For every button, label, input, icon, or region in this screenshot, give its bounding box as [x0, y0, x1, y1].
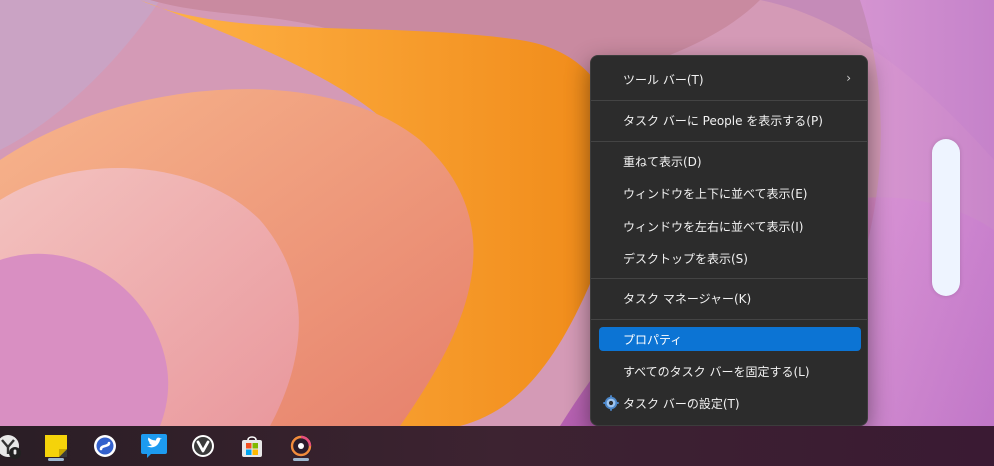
- taskbar-button-vivaldi[interactable]: [187, 430, 219, 462]
- running-indicator: [48, 458, 64, 461]
- taskbar-button-simplenote[interactable]: [89, 430, 121, 462]
- menu-separator: [591, 278, 867, 279]
- menu-item-label: タスク マネージャー(K): [623, 291, 752, 306]
- menu-item-label: ウィンドウを左右に並べて表示(I): [623, 219, 804, 234]
- taskbar-button-media-player[interactable]: [285, 430, 317, 462]
- menu-separator: [591, 319, 867, 320]
- taskbar-button-assistant[interactable]: [0, 430, 24, 462]
- taskbar-context-menu: ツール バー(T) › タスク バーに People を表示する(P) 重ねて表…: [590, 55, 868, 426]
- running-indicator: [293, 458, 309, 461]
- menu-item-lock-taskbars[interactable]: すべてのタスク バーを固定する(L): [599, 359, 861, 383]
- menu-item-label: プロパティ: [623, 332, 683, 347]
- menu-item-show-desktop[interactable]: デスクトップを表示(S): [599, 246, 861, 270]
- menu-item-label: タスク バーに People を表示する(P): [623, 113, 823, 128]
- media-player-icon: [290, 435, 312, 457]
- gear-icon: [603, 395, 619, 411]
- microsoft-store-icon: [242, 436, 262, 457]
- assistant-icon: [0, 435, 21, 459]
- taskbar-button-microsoft-store[interactable]: [236, 430, 268, 462]
- menu-item-stack-vertically[interactable]: ウィンドウを上下に並べて表示(E): [599, 181, 861, 205]
- taskbar: [0, 426, 994, 466]
- menu-item-show-people[interactable]: タスク バーに People を表示する(P): [599, 108, 861, 132]
- chevron-right-icon: ›: [846, 71, 851, 85]
- twitter-icon: [141, 434, 167, 458]
- vivaldi-icon: [192, 435, 214, 457]
- menu-item-taskbar-settings[interactable]: タスク バーの設定(T): [599, 391, 861, 415]
- simplenote-icon: [94, 435, 116, 457]
- taskbar-button-twitter[interactable]: [138, 430, 170, 462]
- taskbar-button-sticky-notes[interactable]: [40, 430, 72, 462]
- menu-separator: [591, 100, 867, 101]
- scroll-indicator[interactable]: [932, 139, 960, 296]
- menu-item-label: すべてのタスク バーを固定する(L): [623, 364, 810, 379]
- menu-item-label: ツール バー(T): [623, 72, 704, 87]
- menu-item-label: デスクトップを表示(S): [623, 251, 748, 266]
- menu-item-properties[interactable]: プロパティ: [599, 327, 861, 351]
- menu-item-side-by-side[interactable]: ウィンドウを左右に並べて表示(I): [599, 214, 861, 238]
- menu-item-label: タスク バーの設定(T): [623, 396, 740, 411]
- sticky-notes-icon: [45, 435, 67, 457]
- desktop: ツール バー(T) › タスク バーに People を表示する(P) 重ねて表…: [0, 0, 994, 466]
- menu-item-cascade[interactable]: 重ねて表示(D): [599, 149, 861, 173]
- menu-item-toolbars[interactable]: ツール バー(T) ›: [599, 67, 861, 91]
- menu-item-label: 重ねて表示(D): [623, 154, 702, 169]
- menu-separator: [591, 141, 867, 142]
- menu-item-task-manager[interactable]: タスク マネージャー(K): [599, 286, 861, 310]
- menu-item-label: ウィンドウを上下に並べて表示(E): [623, 186, 808, 201]
